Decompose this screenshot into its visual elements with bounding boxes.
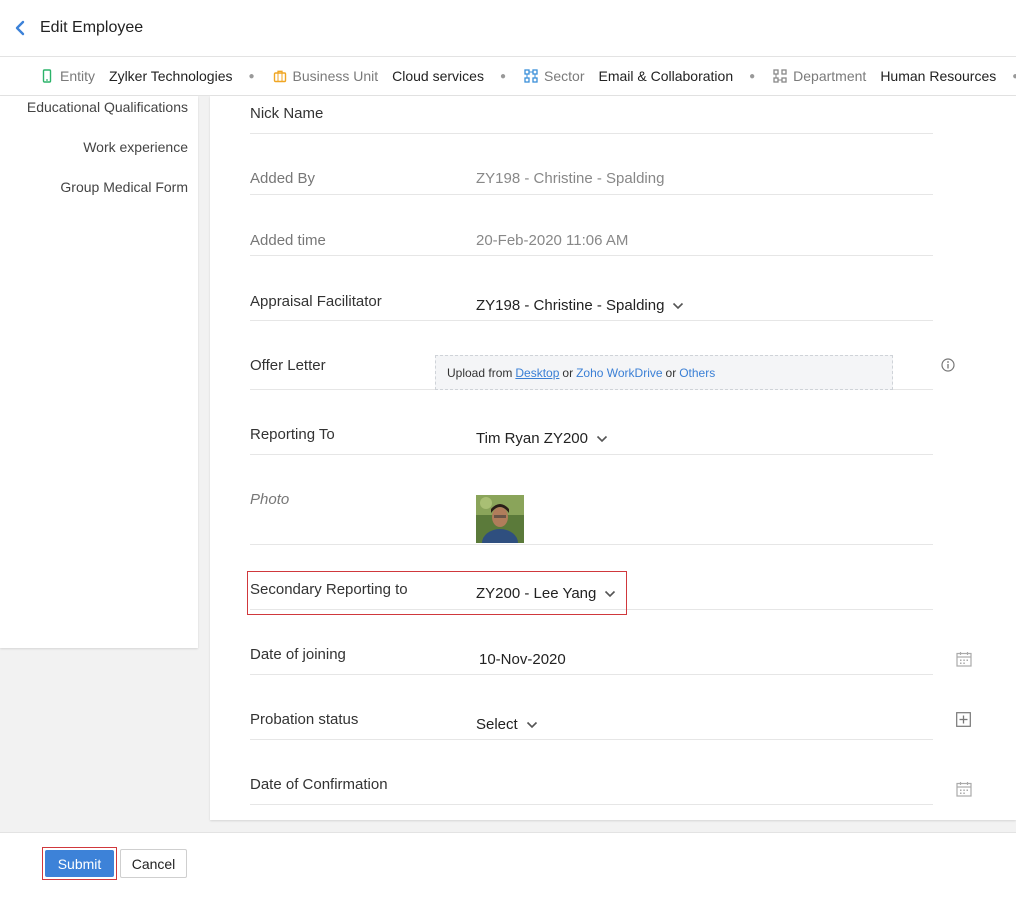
added-time-row: Added time 20-Feb-2020 11:06 AM bbox=[250, 195, 933, 256]
back-button[interactable] bbox=[0, 0, 40, 57]
probation-status-select[interactable]: Select bbox=[476, 716, 538, 733]
probation-status-row: Probation status Select bbox=[250, 675, 971, 740]
separator-dot: ● bbox=[499, 70, 507, 82]
crumb-business-unit: Business Unit Cloud services bbox=[273, 68, 484, 84]
upload-workdrive-link[interactable]: Zoho WorkDrive bbox=[576, 366, 662, 380]
cancel-button[interactable]: Cancel bbox=[120, 849, 187, 878]
added-by-value: ZY198 - Christine - Spalding bbox=[476, 170, 665, 187]
separator-dot: ● bbox=[1012, 71, 1016, 82]
plus-square-icon[interactable] bbox=[956, 712, 971, 727]
upload-others-link[interactable]: Others bbox=[679, 366, 715, 380]
hierarchy-icon bbox=[773, 69, 787, 83]
sidebar-item-work-experience[interactable]: Work experience bbox=[83, 139, 188, 155]
probation-status-label: Probation status bbox=[250, 711, 359, 728]
briefcase-icon bbox=[273, 69, 287, 83]
sidebar-item-educational-qualifications[interactable]: Educational Qualifications bbox=[27, 99, 188, 115]
crumb-entity: Entity Zylker Technologies bbox=[40, 68, 233, 84]
nick-name-label: Nick Name bbox=[250, 105, 324, 122]
appraisal-facilitator-value: ZY198 - Christine - Spalding bbox=[476, 297, 665, 314]
mobile-icon bbox=[40, 69, 54, 83]
nick-name-row[interactable]: Nick Name bbox=[250, 96, 933, 134]
added-time-label: Added time bbox=[250, 232, 326, 249]
appraisal-facilitator-select[interactable]: ZY198 - Christine - Spalding bbox=[476, 297, 684, 314]
chevron-down-icon bbox=[672, 302, 684, 310]
separator-dot: ● bbox=[248, 70, 255, 82]
page-title: Edit Employee bbox=[40, 19, 144, 36]
separator-dot: ● bbox=[749, 70, 756, 82]
reporting-to-row: Reporting To Tim Ryan ZY200 bbox=[250, 390, 933, 455]
added-time-value: 20-Feb-2020 11:06 AM bbox=[476, 232, 629, 249]
submit-button[interactable]: Submit bbox=[45, 850, 114, 877]
sidebar-item-group-medical-form[interactable]: Group Medical Form bbox=[60, 179, 188, 195]
info-icon[interactable] bbox=[941, 358, 955, 372]
employee-photo[interactable] bbox=[476, 495, 524, 543]
offer-letter-upload[interactable]: Upload from Desktop or Zoho WorkDrive or… bbox=[435, 355, 893, 390]
calendar-icon[interactable] bbox=[956, 781, 972, 797]
added-by-row: Added By ZY198 - Christine - Spalding bbox=[250, 134, 933, 195]
date-of-joining-label: Date of joining bbox=[250, 646, 346, 663]
secondary-reporting-highlight bbox=[247, 571, 627, 615]
date-of-joining-input[interactable]: 10-Nov-2020 bbox=[479, 651, 566, 668]
employee-form: Nick Name Added By ZY198 - Christine - S… bbox=[210, 96, 1016, 820]
reporting-to-value: Tim Ryan ZY200 bbox=[476, 430, 588, 447]
upload-desktop-link[interactable]: Desktop bbox=[515, 366, 559, 380]
reporting-to-select[interactable]: Tim Ryan ZY200 bbox=[476, 430, 608, 447]
org-breadcrumb: Entity Zylker Technologies ● Business Un… bbox=[0, 57, 1016, 96]
crumb-department: Department Human Resources bbox=[773, 68, 996, 84]
photo-label: Photo bbox=[250, 491, 290, 508]
chevron-down-icon bbox=[596, 435, 608, 443]
reporting-to-label: Reporting To bbox=[250, 426, 335, 443]
appraisal-facilitator-label: Appraisal Facilitator bbox=[250, 293, 382, 310]
content-area: Educational Qualifications Work experien… bbox=[0, 96, 1016, 832]
calendar-icon[interactable] bbox=[956, 651, 972, 667]
offer-letter-label: Offer Letter bbox=[250, 357, 326, 374]
chevron-down-icon bbox=[526, 721, 538, 729]
section-sidebar: Educational Qualifications Work experien… bbox=[0, 96, 198, 648]
probation-status-value: Select bbox=[476, 716, 518, 733]
date-of-confirmation-row: Date of Confirmation bbox=[250, 740, 972, 805]
submit-highlight: Submit bbox=[42, 847, 117, 880]
photo-row: Photo bbox=[250, 455, 933, 545]
date-of-confirmation-label: Date of Confirmation bbox=[250, 776, 388, 793]
nodes-icon bbox=[524, 69, 538, 83]
chevron-left-icon bbox=[15, 20, 25, 36]
page-header: Edit Employee bbox=[0, 0, 1016, 57]
added-by-label: Added By bbox=[250, 170, 316, 187]
form-footer: Submit Cancel bbox=[0, 832, 1016, 900]
date-of-joining-row: Date of joining 10-Nov-2020 bbox=[250, 610, 972, 675]
crumb-sector: Sector Email & Collaboration bbox=[524, 68, 733, 84]
appraisal-facilitator-row: Appraisal Facilitator ZY198 - Christine … bbox=[250, 256, 933, 321]
